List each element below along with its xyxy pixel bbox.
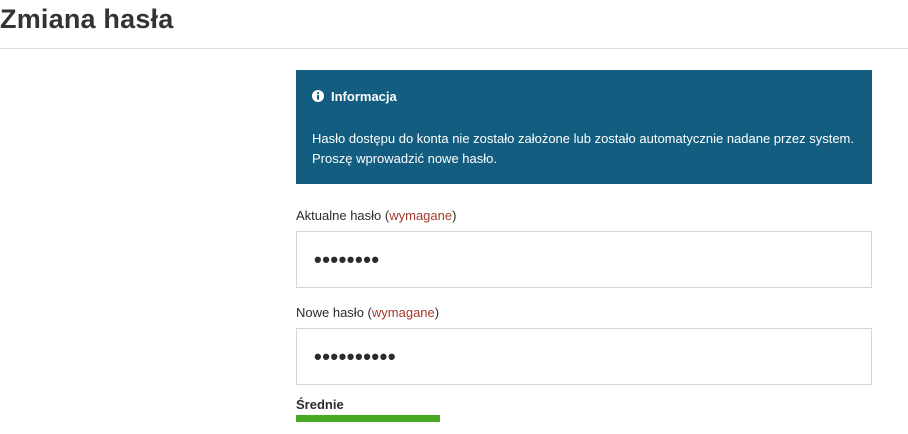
current-password-required: wymagane — [389, 208, 453, 223]
info-heading: Informacja — [331, 88, 397, 104]
current-password-input[interactable]: •••••••• — [296, 231, 872, 288]
page-header: Zmiana hasła — [0, 0, 908, 49]
password-change-form: Informacja Hasło dostępu do konta nie zo… — [296, 70, 872, 422]
new-password-label-text: Nowe hasło — [296, 305, 364, 320]
current-password-value: •••••••• — [314, 246, 380, 272]
info-heading-row: Informacja — [312, 87, 857, 105]
current-password-label: Aktualne hasło (wymagane) — [296, 208, 457, 223]
password-strength-label: Średnie — [296, 397, 344, 412]
new-password-value: •••••••••• — [314, 343, 397, 369]
info-circle-icon — [312, 90, 324, 102]
password-strength-bar — [296, 415, 584, 422]
info-box: Informacja Hasło dostępu do konta nie zo… — [296, 70, 872, 184]
current-password-label-text: Aktualne hasło — [296, 208, 382, 223]
new-password-input[interactable]: •••••••••• — [296, 328, 872, 385]
page-title: Zmiana hasła — [0, 4, 174, 34]
new-password-required: wymagane — [371, 305, 435, 320]
info-message: Hasło dostępu do konta nie zostało założ… — [312, 131, 854, 166]
new-password-label: Nowe hasło (wymagane) — [296, 305, 440, 320]
password-strength-fill — [296, 415, 440, 422]
